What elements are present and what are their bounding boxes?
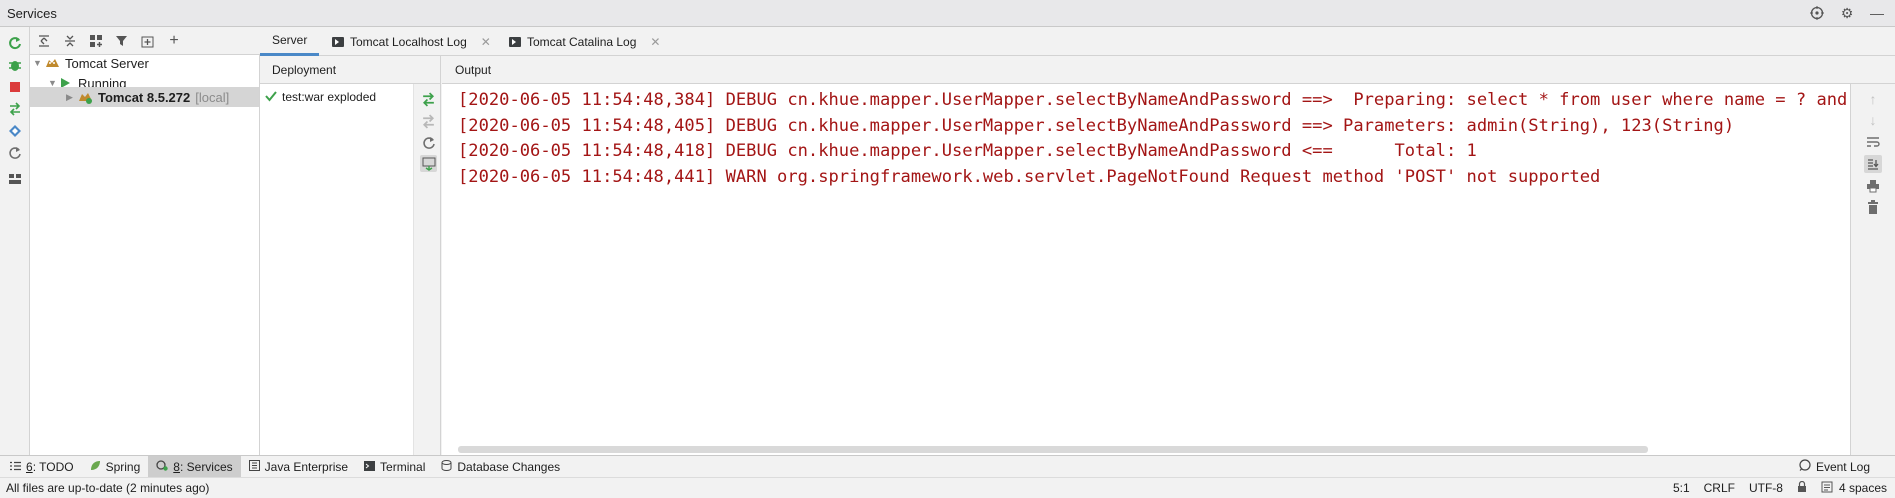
output-console[interactable]: [2020-06-05 11:54:48,384] DEBUG cn.khue.… — [442, 84, 1850, 455]
left-toolbar — [0, 27, 30, 455]
toolwindow-services[interactable]: 8: Services — [148, 455, 241, 478]
tab-label: Tomcat Catalina Log — [527, 34, 637, 49]
filter-icon[interactable] — [114, 33, 130, 49]
toolwindow-label: Database Changes — [457, 459, 561, 474]
minimize-icon[interactable]: — — [1869, 5, 1885, 21]
status-bar: All files are up-to-date (2 minutes ago)… — [0, 477, 1895, 498]
spring-leaf-icon — [90, 460, 101, 474]
print-icon[interactable] — [1864, 177, 1882, 195]
debug-icon[interactable] — [7, 57, 23, 73]
toolwindow-number: 8 — [173, 459, 180, 474]
tree-suffix: [local] — [195, 89, 230, 105]
toolwindow-terminal[interactable]: Terminal — [356, 456, 433, 478]
tab-server[interactable]: Server — [260, 27, 320, 56]
deployment-toolbar — [413, 84, 441, 455]
tomcat-icon — [45, 57, 61, 70]
lock-icon[interactable] — [1797, 480, 1807, 496]
deployment-item[interactable]: test:war exploded — [265, 88, 376, 106]
tool-window-bar: 6: TODO Spring 8: Services Java Enterpri… — [0, 455, 1895, 478]
down-arrow-icon[interactable]: ↓ — [1864, 111, 1882, 129]
title-bar: Services ⚙ — — [0, 0, 1895, 27]
tab-tomcat-catalina-log[interactable]: Tomcat Catalina Log ✕ — [509, 27, 660, 56]
tab-tomcat-localhost-log[interactable]: Tomcat Localhost Log ✕ — [332, 27, 491, 56]
output-header: Output — [442, 56, 1895, 84]
file-encoding[interactable]: UTF-8 — [1749, 481, 1783, 495]
toolwindow-label: : TODO — [32, 459, 74, 474]
status-message[interactable]: All files are up-to-date (2 minutes ago) — [0, 481, 209, 495]
tree-toolbar: + — [30, 27, 260, 55]
terminal-icon — [364, 460, 376, 474]
check-icon — [265, 90, 277, 105]
log-line: [2020-06-05 11:54:48,418] DEBUG cn.khue.… — [458, 141, 1477, 161]
group-by-icon[interactable] — [88, 33, 104, 49]
toolwindow-number: 6 — [26, 459, 33, 474]
show-output-icon[interactable] — [420, 155, 437, 172]
output-toolbar: ↑ ↓ — [1850, 84, 1895, 455]
expand-all-icon[interactable] — [36, 33, 52, 49]
log-line: [2020-06-05 11:54:48,384] DEBUG cn.khue.… — [458, 90, 1850, 110]
layout-icon[interactable] — [7, 171, 23, 187]
add-icon[interactable]: + — [166, 32, 182, 49]
indent-setting[interactable]: 4 spaces — [1839, 481, 1887, 495]
list-icon — [10, 460, 21, 474]
tree-node-tomcat-instance[interactable]: ▶ Tomcat 8.5.272 [local] — [30, 87, 259, 107]
horizontal-scrollbar[interactable] — [458, 446, 1648, 453]
refresh-icon[interactable] — [420, 134, 437, 151]
toolwindow-todo[interactable]: 6: TODO — [0, 456, 82, 478]
artifact-icon[interactable] — [7, 123, 23, 139]
database-changes-icon — [441, 459, 452, 474]
tree-label: Tomcat 8.5.272 — [98, 89, 191, 105]
rerun-icon[interactable] — [7, 35, 23, 51]
stop-icon[interactable] — [7, 79, 23, 95]
refresh-icon[interactable] — [7, 145, 23, 161]
tab-label: Tomcat Localhost Log — [350, 34, 467, 49]
chevron-down-icon[interactable]: ▼ — [33, 58, 45, 68]
deployment-list: test:war exploded — [260, 84, 413, 455]
scroll-to-end-icon[interactable] — [1864, 155, 1882, 173]
tomcat-running-icon — [78, 91, 94, 104]
toolwindow-label: : Services — [179, 459, 233, 474]
event-log-icon — [1799, 459, 1811, 474]
services-window: Services ⚙ — + ▼ Tomcat Server ▼ Running… — [0, 0, 1895, 498]
deployment-item-label: test:war exploded — [282, 90, 377, 104]
java-enterprise-icon — [248, 459, 260, 474]
tabs-bar: Server Tomcat Localhost Log ✕ Tomcat Cat… — [260, 27, 1895, 56]
up-arrow-icon[interactable]: ↑ — [1864, 90, 1882, 108]
trash-icon[interactable] — [1864, 198, 1882, 216]
line-separator[interactable]: CRLF — [1704, 481, 1735, 495]
inspector-icon[interactable] — [1821, 481, 1833, 496]
undeploy-icon[interactable] — [420, 113, 437, 130]
log-line: [2020-06-05 11:54:48,441] WARN org.sprin… — [458, 167, 1601, 187]
soft-wrap-icon[interactable] — [1864, 133, 1882, 151]
console-icon — [509, 36, 521, 47]
deploy-icon[interactable] — [7, 101, 23, 117]
chevron-right-icon[interactable]: ▶ — [66, 92, 78, 103]
tree-label: Tomcat Server — [65, 55, 149, 71]
collapse-all-icon[interactable] — [62, 33, 78, 49]
toolwindow-java-enterprise[interactable]: Java Enterprise — [241, 456, 356, 478]
close-icon[interactable]: ✕ — [481, 35, 491, 49]
toolwindow-spring[interactable]: Spring — [82, 456, 149, 478]
tree-node-tomcat-server[interactable]: ▼ Tomcat Server — [30, 53, 149, 73]
toolwindow-label: Java Enterprise — [264, 459, 349, 474]
caret-position[interactable]: 5:1 — [1673, 481, 1690, 495]
services-tree: ▼ Tomcat Server ▼ Running ▶ Tomcat 8.5.2… — [30, 55, 260, 455]
new-service-icon[interactable] — [140, 33, 156, 49]
close-icon[interactable]: ✕ — [650, 35, 660, 49]
console-icon — [332, 36, 344, 47]
services-icon — [156, 459, 168, 474]
log-line: [2020-06-05 11:54:48,405] DEBUG cn.khue.… — [458, 116, 1735, 136]
toolwindow-label: Spring — [105, 459, 141, 474]
tab-label: Server — [272, 33, 308, 47]
deploy-all-icon[interactable] — [420, 91, 437, 108]
target-icon[interactable] — [1809, 5, 1825, 21]
event-log-button[interactable]: Event Log — [1799, 459, 1895, 474]
toolwindow-database-changes[interactable]: Database Changes — [433, 456, 568, 478]
gear-icon[interactable]: ⚙ — [1839, 5, 1855, 21]
window-title: Services — [7, 5, 57, 21]
event-log-label: Event Log — [1815, 459, 1870, 474]
deployment-header: Deployment — [260, 56, 441, 84]
toolwindow-label: Terminal — [380, 459, 426, 474]
